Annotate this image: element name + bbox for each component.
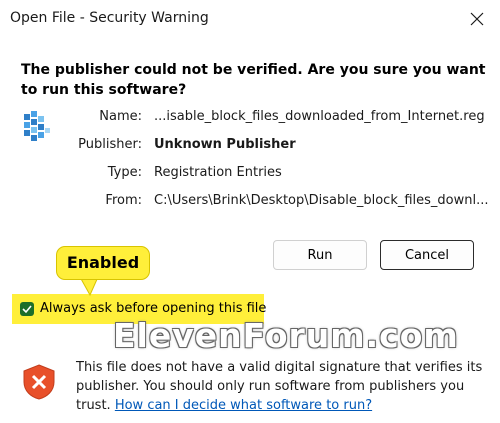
detail-label: Publisher: <box>78 137 142 152</box>
warning-question: The publisher could not be verified. Are… <box>21 62 486 98</box>
help-link[interactable]: How can I decide what software to run? <box>115 398 372 413</box>
detail-value-from: C:\Users\Brink\Desktop\Disable_block_fil… <box>154 193 489 208</box>
detail-value-publisher: Unknown Publisher <box>154 137 296 152</box>
close-button[interactable] <box>462 4 492 34</box>
detail-label: Type: <box>107 165 142 180</box>
cancel-button[interactable]: Cancel <box>380 240 474 270</box>
detail-label: From: <box>105 193 142 208</box>
window-title: Open File - Security Warning <box>10 10 209 26</box>
title-bar: Open File - Security Warning <box>0 0 500 40</box>
checkmark-icon <box>22 305 32 314</box>
security-shield-icon <box>22 364 56 400</box>
close-icon <box>470 12 484 26</box>
detail-value-type: Registration Entries <box>154 165 282 180</box>
detail-label: Name: <box>99 109 142 124</box>
always-ask-checkbox[interactable] <box>20 302 34 316</box>
enabled-callout: Enabled <box>56 246 150 280</box>
callout-pointer <box>79 277 99 297</box>
run-button[interactable]: Run <box>273 240 367 270</box>
watermark: ElevenForum.com <box>113 316 459 355</box>
registry-file-icon <box>20 110 52 144</box>
footer-message: This file does not have a valid digital … <box>76 358 486 415</box>
detail-value-name: ...isable_block_files_downloaded_from_In… <box>154 109 485 124</box>
